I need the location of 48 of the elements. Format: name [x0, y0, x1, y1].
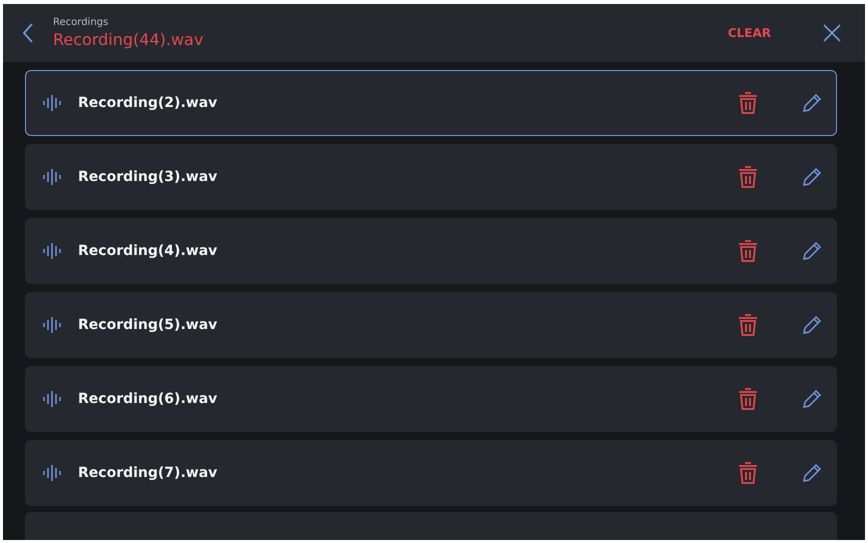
pencil-icon [802, 241, 822, 261]
edit-button[interactable] [800, 165, 824, 189]
clear-button[interactable]: CLEAR [720, 24, 779, 42]
waveform-icon [42, 94, 62, 112]
edit-button[interactable] [800, 313, 824, 337]
delete-button[interactable] [736, 164, 760, 190]
recording-name: Recording(3).wav [78, 168, 218, 186]
trash-icon [738, 462, 758, 484]
recording-item[interactable]: Recording(5).wav [25, 292, 837, 358]
close-icon [823, 24, 841, 42]
pencil-icon [802, 167, 822, 187]
waveform-icon [42, 316, 62, 334]
edit-button[interactable] [800, 461, 824, 485]
pencil-icon [802, 93, 822, 113]
header-subtitle: Recordings [53, 16, 110, 28]
pencil-icon [802, 463, 822, 483]
waveform-icon [42, 390, 62, 408]
close-button[interactable] [821, 22, 843, 44]
delete-button[interactable] [736, 460, 760, 486]
trash-icon [738, 92, 758, 114]
recording-name: Recording(6).wav [78, 390, 218, 408]
trash-icon [738, 388, 758, 410]
recording-item[interactable]: Recording(4).wav [25, 218, 837, 284]
recording-item[interactable]: Recording(2).wav [25, 70, 837, 136]
trash-icon [738, 314, 758, 336]
pencil-icon [802, 315, 822, 335]
header-title: Recording(44).wav [53, 28, 204, 50]
recording-item[interactable]: Recording(3).wav [25, 144, 837, 210]
recording-name: Recording(5).wav [78, 316, 218, 334]
waveform-icon [42, 464, 62, 482]
waveform-icon [42, 242, 62, 260]
edit-button[interactable] [800, 239, 824, 263]
back-icon [22, 23, 34, 43]
recording-name: Recording(7).wav [78, 464, 218, 482]
waveform-icon [42, 168, 62, 186]
pencil-icon [802, 389, 822, 409]
edit-button[interactable] [800, 91, 824, 115]
edit-button[interactable] [800, 387, 824, 411]
trash-icon [738, 166, 758, 188]
delete-button[interactable] [736, 312, 760, 338]
recording-name: Recording(2).wav [78, 94, 218, 112]
recording-name: Recording(4).wav [78, 242, 218, 260]
trash-icon [738, 240, 758, 262]
delete-button[interactable] [736, 90, 760, 116]
delete-button[interactable] [736, 238, 760, 264]
delete-button[interactable] [736, 386, 760, 412]
recording-item[interactable]: Recording(7).wav [25, 440, 837, 506]
recording-item[interactable]: Recording(6).wav [25, 366, 837, 432]
